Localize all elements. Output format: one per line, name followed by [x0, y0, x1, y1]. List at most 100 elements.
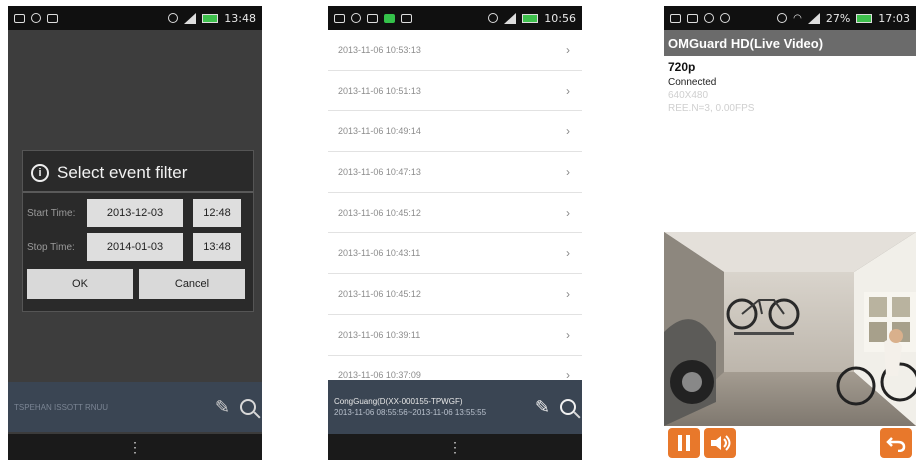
sync-icon — [720, 13, 730, 23]
phone-event-filter: 13:48 i Select event filter Start Time: … — [8, 6, 262, 460]
device-label: TSPEHAN ISSOTT RNUU — [14, 402, 109, 412]
video-controls — [664, 426, 916, 460]
battery-icon — [856, 13, 873, 23]
chevron-right-icon: › — [566, 205, 570, 220]
status-time: 17:03 — [878, 11, 910, 25]
notification-icon — [334, 13, 345, 23]
status-bar: 10:56 — [328, 6, 582, 30]
search-icon[interactable] — [560, 399, 576, 415]
chevron-right-icon: › — [566, 164, 570, 179]
app-title: OMGuard HD(Live Video) — [664, 30, 916, 56]
frame-size: 640X480 — [668, 89, 709, 101]
alarm-icon — [168, 13, 179, 23]
event-timestamp: 2013-11-06 10:47:13 — [338, 166, 421, 177]
chevron-right-icon: › — [566, 327, 570, 342]
battery-icon — [522, 13, 539, 23]
list-item[interactable]: 2013-11-06 10:51:13 › — [328, 71, 582, 112]
event-list: 2013-11-06 10:53:13 › 2013-11-06 10:51:13… — [328, 30, 582, 397]
search-icon[interactable] — [240, 399, 256, 415]
chevron-right-icon: › — [566, 246, 570, 261]
pause-button[interactable] — [668, 428, 700, 458]
dialog-title-text: Select event filter — [57, 163, 188, 182]
alarm-icon — [488, 13, 499, 23]
status-time: 10:56 — [544, 11, 576, 25]
battery-percent: 27% — [825, 11, 851, 25]
bottom-toolbar: CongGuang(D(XX-000155-TPWGF) 2013-11-06 … — [328, 380, 582, 434]
list-item[interactable]: 2013-11-06 10:39:11 › — [328, 315, 582, 356]
notification-icon — [670, 13, 681, 23]
back-button[interactable] — [880, 428, 912, 458]
stop-time-button[interactable]: 13:48 — [193, 233, 241, 261]
start-date-button[interactable]: 2013-12-03 — [87, 199, 183, 227]
event-filter-dialog: i Select event filter Start Time: 2013-1… — [22, 150, 254, 312]
cancel-button[interactable]: Cancel — [139, 269, 245, 299]
chevron-right-icon: › — [566, 83, 570, 98]
event-timestamp: 2013-11-06 10:45:12 — [338, 207, 421, 218]
notification-icon — [14, 13, 25, 23]
pause-icon — [678, 435, 690, 451]
list-item[interactable]: 2013-11-06 10:45:12 › — [328, 274, 582, 315]
ok-button[interactable]: OK — [27, 269, 133, 299]
device-time-range: 2013-11-06 08:55:56~2013-11-06 13:55:55 — [334, 408, 487, 417]
wifi-icon: ◠ — [793, 12, 802, 24]
start-time-label: Start Time: — [27, 207, 76, 219]
event-timestamp: 2013-11-06 10:43:11 — [338, 248, 421, 259]
pencil-icon[interactable]: ✎ — [535, 397, 550, 418]
start-time-row: Start Time: 2013-12-03 12:48 — [23, 193, 253, 227]
device-info: CongGuang(D(XX-000155-TPWGF) 2013-11-06 … — [334, 396, 486, 418]
start-time-button[interactable]: 12:48 — [193, 199, 241, 227]
media-icon — [401, 13, 412, 23]
menu-dots-icon[interactable]: ⋮ — [448, 439, 462, 456]
signal-icon — [807, 12, 820, 24]
back-icon — [886, 437, 906, 452]
status-bar: ◠ 27% 17:03 — [664, 6, 916, 30]
chevron-right-icon: › — [566, 42, 570, 57]
event-timestamp: 2013-11-06 10:39:11 — [338, 329, 421, 340]
event-timestamp: 2013-11-06 10:49:14 — [338, 126, 421, 137]
bottom-toolbar: TSPEHAN ISSOTT RNUU ✎ — [8, 382, 262, 432]
garage-video-image — [664, 232, 916, 426]
list-item[interactable]: 2013-11-06 10:53:13 › — [328, 30, 582, 71]
app-icon — [384, 13, 395, 23]
phone-event-list: 10:56 2013-11-06 10:53:13 › 2013-11-06 10… — [328, 6, 582, 460]
signal-icon — [184, 12, 197, 24]
stop-time-label: Stop Time: — [27, 241, 75, 253]
dialog-title: i Select event filter — [23, 151, 253, 193]
stop-date-button[interactable]: 2014-01-03 — [87, 233, 183, 261]
chevron-right-icon: › — [566, 124, 570, 139]
usb-icon — [704, 13, 714, 23]
media-icon — [47, 13, 58, 23]
live-video-frame[interactable] — [664, 232, 916, 426]
nav-bar: ⋮ — [328, 434, 582, 460]
stop-time-row: Stop Time: 2014-01-03 13:48 — [23, 227, 253, 261]
sync-icon — [31, 13, 41, 23]
list-item[interactable]: 2013-11-06 10:43:11 › — [328, 233, 582, 275]
stream-info: 720p Connected 640X480 REE.N=3, 0.00FPS — [664, 56, 916, 119]
info-icon: i — [31, 164, 49, 182]
stream-stats: REE.N=3, 0.00FPS — [668, 102, 755, 114]
signal-icon — [504, 12, 517, 24]
nav-bar: ⋮ — [8, 434, 262, 460]
event-timestamp: 2013-11-06 10:53:13 — [338, 44, 421, 55]
status-bar: 13:48 — [8, 6, 262, 30]
menu-dots-icon[interactable]: ⋮ — [128, 439, 142, 456]
battery-icon — [202, 13, 219, 23]
chevron-right-icon: › — [566, 286, 570, 301]
list-item[interactable]: 2013-11-06 10:45:12 › — [328, 193, 582, 234]
resolution-label: 720p — [668, 60, 696, 74]
phone-live-video: ◠ 27% 17:03 OMGuard HD(Live Video) 720p Co… — [664, 6, 916, 460]
connection-status: Connected — [668, 76, 717, 88]
event-timestamp: 2013-11-06 10:37:09 — [338, 370, 421, 381]
event-timestamp: 2013-11-06 10:45:12 — [338, 288, 421, 299]
event-timestamp: 2013-11-06 10:51:13 — [338, 85, 421, 96]
sync-icon — [351, 13, 361, 23]
list-item[interactable]: 2013-11-06 10:49:14 › — [328, 111, 582, 153]
gallery-icon — [687, 13, 698, 23]
speaker-icon — [711, 435, 731, 451]
alarm-icon — [777, 13, 788, 23]
mail-icon — [367, 13, 378, 23]
audio-button[interactable] — [704, 428, 736, 458]
list-item[interactable]: 2013-11-06 10:47:13 › — [328, 152, 582, 193]
pencil-icon[interactable]: ✎ — [215, 397, 230, 418]
status-time: 13:48 — [224, 11, 256, 25]
